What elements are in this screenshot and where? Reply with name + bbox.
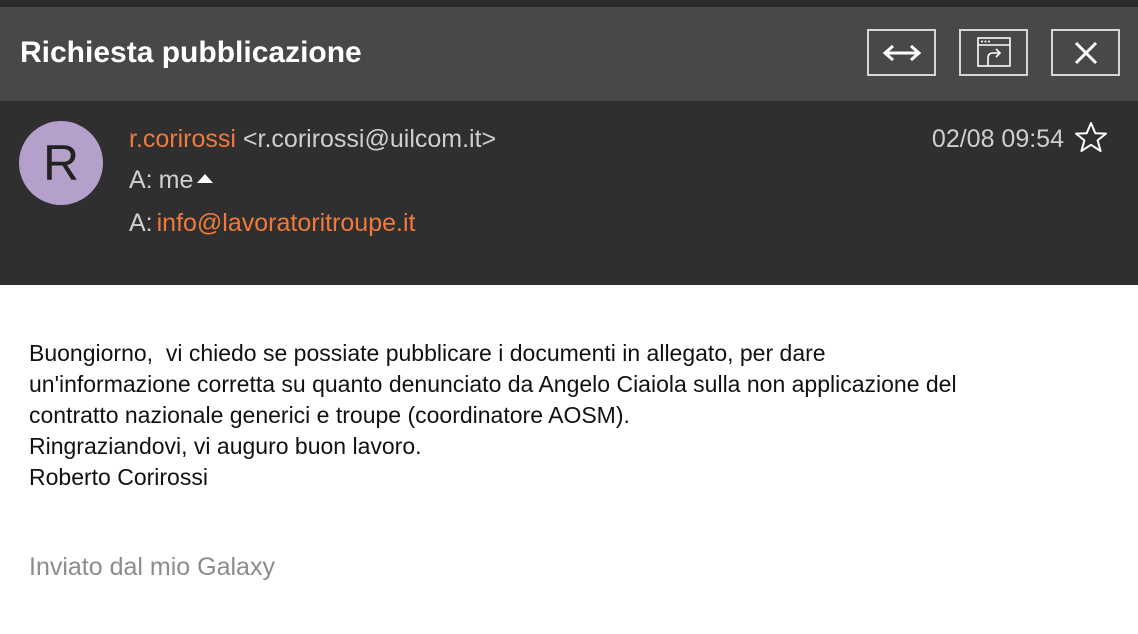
close-button[interactable] (1051, 29, 1120, 76)
avatar: R (19, 121, 103, 205)
to-label: A: (129, 166, 153, 194)
title-bar: Richiesta pubblicazione (0, 7, 1138, 101)
body-line: contratto nazionale generici e troupe (c… (29, 402, 630, 428)
body-line: Ringraziandovi, vi auguro buon lavoro. (29, 433, 422, 459)
top-strip (0, 0, 1138, 7)
open-in-window-icon (976, 36, 1011, 67)
body-line: Roberto Corirossi (29, 464, 208, 490)
caret-up-icon[interactable] (197, 174, 214, 183)
to2-label: A: (129, 209, 153, 237)
close-icon (1074, 41, 1097, 64)
star-icon[interactable] (1074, 121, 1108, 155)
recipient-line-2: A: info@lavoratoritroupe.it (129, 209, 415, 238)
arrows-horizontal-icon (882, 44, 921, 61)
popout-button[interactable] (959, 29, 1028, 76)
body-line: un'informazione corretta su quanto denun… (29, 371, 957, 397)
message-date: 02/08 09:54 (931, 125, 1064, 153)
sender-email: <r.corirossi@uilcom.it> (242, 125, 497, 153)
email-viewer: Richiesta pubblicazione R r.corirossi <r… (0, 0, 1138, 634)
expand-button[interactable] (867, 29, 936, 76)
message-header: R r.corirossi <r.corirossi@uilcom.it> 02… (0, 101, 1138, 285)
sender-name[interactable]: r.corirossi (129, 125, 236, 153)
message-body: Buongiorno, vi chiedo se possiate pubbli… (29, 338, 1119, 493)
sender-line: r.corirossi <r.corirossi@uilcom.it> (129, 125, 496, 154)
recipient-line: A: me (129, 166, 214, 195)
page-title: Richiesta pubblicazione (20, 36, 362, 69)
signature: Inviato dal mio Galaxy (29, 553, 275, 581)
to-value: me (158, 166, 194, 194)
body-line: Buongiorno, vi chiedo se possiate pubbli… (29, 340, 826, 366)
recipient-email[interactable]: info@lavoratoritroupe.it (157, 209, 416, 237)
